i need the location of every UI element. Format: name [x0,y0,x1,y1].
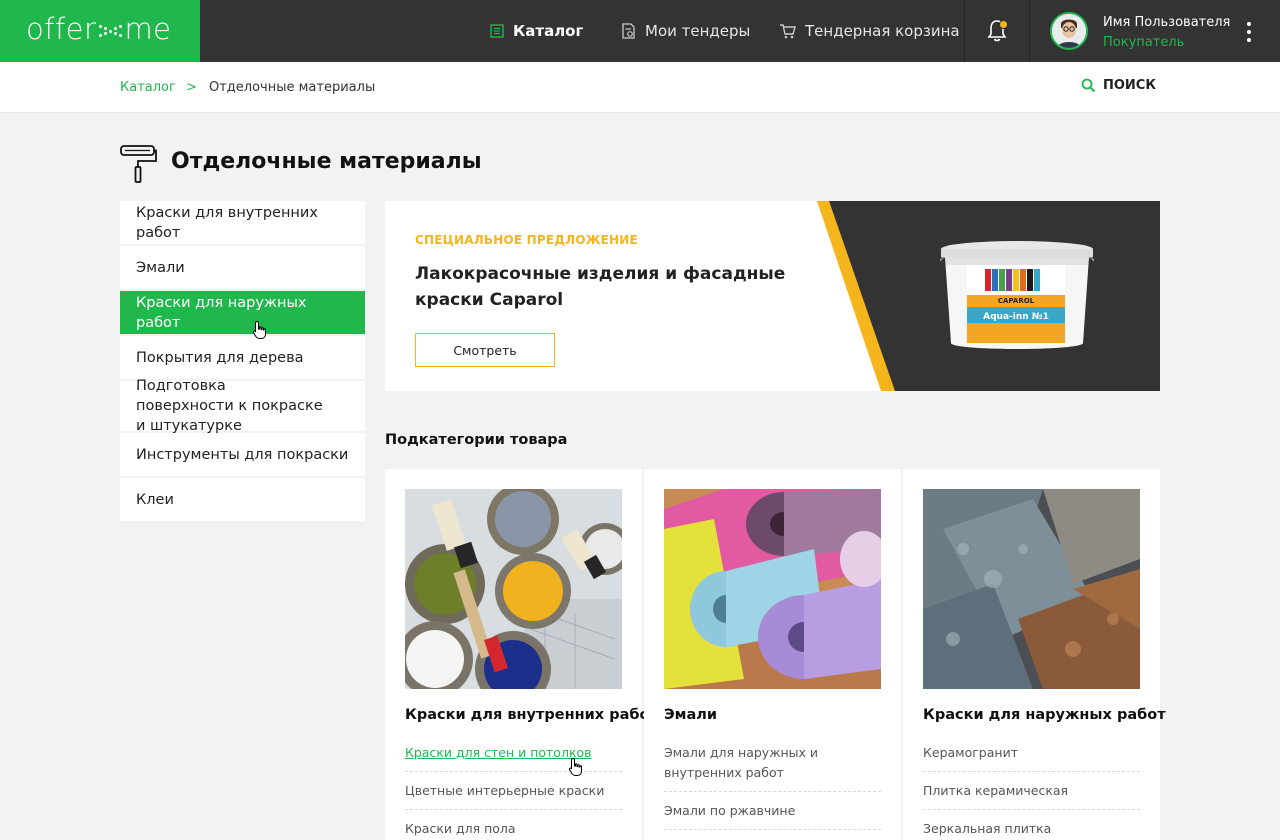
subcategory-link[interactable]: Краски для стен и потолков [405,743,622,772]
tiles-photo[interactable] [923,489,1140,689]
subcategory-links: Эмали для наружных и внутренних работ Эм… [664,743,881,839]
top-bar: offer me Каталог Мои тендеры Тендерная к… [0,0,1280,62]
nav-my-tenders[interactable]: Мои тендеры [621,0,750,62]
subcategory-card: Краски для наружных работ Керамогранит П… [903,469,1166,840]
sidebar-item-interior-paints[interactable]: Краски для внутренних работ [120,201,365,244]
logo-text-part1: offer [26,12,97,46]
sidebar-item-wood-coatings[interactable]: Покрытия для дерева [120,336,365,379]
divider [964,0,965,62]
promo-banner[interactable]: СПЕЦИАЛЬНОЕ ПРЕДЛОЖЕНИЕ Лакокрасочные из… [385,201,1160,391]
user-role: Покупатель [1103,35,1185,50]
hand-cursor-icon [252,320,266,339]
subcategory-link[interactable]: Краски для пола [405,819,622,840]
breadcrumb: Каталог > Отделочные материалы ПОИСК [0,62,1280,113]
sidebar-item-exterior-paints[interactable]: Краски для наружных работ [120,291,365,334]
catalog-icon [490,24,504,38]
search-label: ПОИСК [1103,78,1156,93]
paint-cans-photo[interactable] [405,489,622,689]
nav-catalog[interactable]: Каталог [490,0,583,62]
nav-tender-cart-label: Тендерная корзина [805,22,960,40]
subcategory-card-title[interactable]: Краски для наружных работ [923,707,1166,723]
sidebar-item-enamels[interactable]: Эмали [120,246,365,289]
paint-bucket-image: CAPAROL Aqua-inn №1 [940,241,1094,349]
nav-catalog-label: Каталог [513,22,584,40]
sidebar-item-painting-tools[interactable]: Инструменты для покраски [120,433,365,476]
banner-view-button[interactable]: Смотреть [415,333,555,367]
divider [1029,0,1030,62]
banner-title: Лакокрасочные изделия и фасадные краски … [415,264,786,310]
subcategories-heading: Подкатегории товара [385,432,568,448]
subcategory-card: Краски для внутренних работ Краски для с… [385,469,658,840]
sidebar-item-label: Инструменты для покраски [136,446,349,463]
subcategory-card: Эмали Эмали для наружных и внутренних ра… [644,469,901,840]
subcategory-card-title[interactable]: Краски для внутренних работ [405,707,658,723]
more-menu-icon[interactable] [1240,20,1258,44]
paint-roller-icon [120,145,157,183]
notification-badge [999,20,1008,29]
logo-text-part2: me [124,12,172,46]
category-sidebar: Краски для внутренних работ Эмали Краски… [120,201,365,523]
breadcrumb-separator: > [186,80,197,95]
sidebar-item-label: Подготовка поверхности к покраске и штук… [136,378,323,434]
breadcrumb-catalog-link[interactable]: Каталог [120,80,176,95]
sidebar-item-label: Клеи [136,491,174,508]
subcategory-cards: Краски для внутренних работ Краски для с… [385,469,1166,840]
cart-icon [780,24,796,39]
bucket-product-text: Aqua-inn №1 [983,312,1049,322]
sidebar-item-label: Краски для внутренних работ [136,204,318,241]
sidebar-item-label: Покрытия для дерева [136,349,304,366]
search-button[interactable]: ПОИСК [1081,78,1156,93]
logo[interactable]: offer me [0,0,200,62]
subcategory-links: Керамогранит Плитка керамическая Зеркаль… [923,743,1140,840]
subcategory-link[interactable]: Плитка керамическая [923,781,1140,810]
breadcrumb-current: Отделочные материалы [209,80,376,95]
page-title: Отделочные материалы [171,149,482,174]
sidebar-item-surface-prep[interactable]: Подготовка поверхности к покраске и штук… [120,378,365,434]
wallpaper-rolls-photo[interactable] [664,489,881,689]
nav-tender-cart[interactable]: Тендерная корзина [779,0,960,62]
user-name[interactable]: Имя Пользователя [1103,15,1230,30]
subcategory-link[interactable]: Эмали по ржавчине [664,801,881,830]
sidebar-item-adhesives[interactable]: Клеи [120,478,365,521]
subcategory-link[interactable]: Эмали для наружных и внутренних работ [664,743,881,792]
nav-my-tenders-label: Мои тендеры [645,22,751,40]
sidebar-item-label: Эмали [136,259,185,276]
subcategory-link[interactable]: Цветные интерьерные краски [405,781,622,810]
sidebar-item-label: Краски для наружных работ [136,294,307,331]
tenders-icon [622,23,635,39]
subcategory-link[interactable]: Керамогранит [923,743,1140,772]
subcategory-card-title[interactable]: Эмали [664,707,717,723]
hand-cursor-icon [568,757,582,776]
logo-arrow-icon [97,23,123,39]
user-photo [1052,14,1086,48]
avatar[interactable] [1050,12,1088,50]
search-icon [1081,78,1096,93]
bucket-brand-text: CAPAROL [998,297,1035,305]
subcategory-link[interactable]: Зеркальная плитка [923,819,1140,840]
subcategory-links: Краски для стен и потолков Цветные интер… [405,743,622,840]
banner-eyebrow: СПЕЦИАЛЬНОЕ ПРЕДЛОЖЕНИЕ [415,233,638,247]
